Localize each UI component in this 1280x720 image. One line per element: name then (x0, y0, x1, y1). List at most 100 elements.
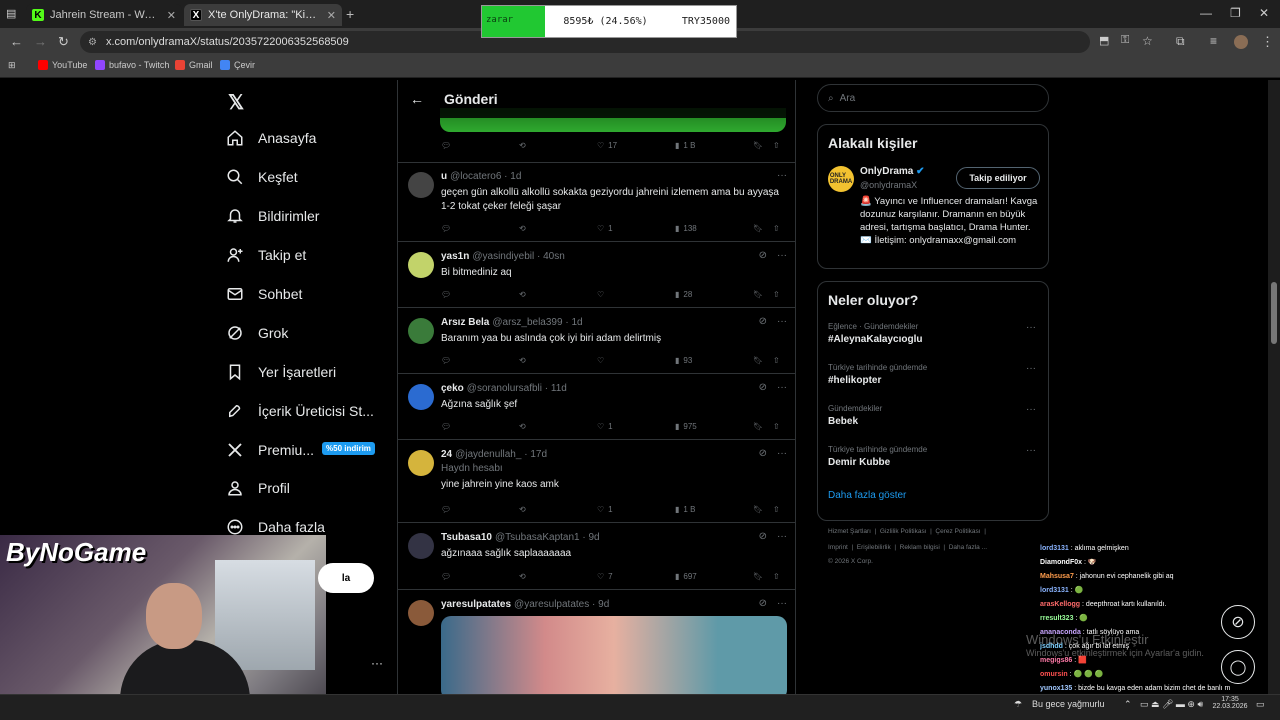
scrollbar-thumb[interactable] (1271, 282, 1277, 344)
bookmark-icon[interactable]: 🔖︎ (753, 290, 763, 299)
post-button-partial[interactable]: la (318, 563, 374, 593)
site-info-icon[interactable]: ⚙ (88, 37, 97, 48)
reply-handle[interactable]: @locatero6 (450, 171, 501, 182)
nav-home[interactable]: Anasayfa (226, 125, 316, 151)
retweet-icon[interactable]: ⟲ (519, 505, 526, 514)
grok-icon[interactable]: ⊘ (759, 531, 767, 542)
share-icon[interactable]: ⇧ (773, 572, 780, 581)
reload-icon[interactable]: ↻ (58, 34, 69, 50)
reply-icon[interactable]: 💬︎ (441, 141, 451, 150)
trend-item[interactable]: Eğlence · Gündemdekiler #AleynaKalaycıogl… (828, 322, 922, 345)
menu-icon[interactable]: ⋮ (1261, 34, 1274, 50)
tab-jahrein-stream[interactable]: K Jahrein Stream - Watch Live on ✕ (26, 4, 182, 26)
bookmark-twitch[interactable]: bufavo - Twitch (95, 60, 169, 70)
reply-avatar[interactable] (408, 172, 434, 198)
x-logo[interactable]: 𝕏 (228, 90, 244, 115)
reply-handle[interactable]: @arsz_bela399 (492, 317, 562, 328)
nav-profile[interactable]: Profil (226, 475, 290, 501)
share-icon[interactable]: ⇧ (773, 290, 780, 299)
grok-icon[interactable]: ⊘ (759, 382, 767, 393)
views-stat[interactable]: ▮ 697 (675, 572, 697, 581)
like-button[interactable]: ♡ 1 (597, 505, 613, 514)
share-icon[interactable]: ⇧ (773, 356, 780, 365)
more-icon[interactable]: ··· (777, 531, 787, 542)
reply-time[interactable]: 1d (571, 317, 582, 328)
grok-icon[interactable]: ⊘ (759, 250, 767, 261)
reply-avatar[interactable] (408, 384, 434, 410)
views-stat[interactable]: ▮ 138 (675, 224, 697, 233)
media-icon[interactable]: ≡ (1210, 34, 1217, 48)
chat-username[interactable]: Mahsusa7 (1040, 573, 1074, 580)
reply-avatar[interactable] (408, 450, 434, 476)
bookmark-gmail[interactable]: Gmail (175, 60, 213, 70)
nav-messages[interactable]: Sohbet (226, 281, 302, 307)
reply-post[interactable]: yas1n @yasindiyebil · 40sn ⊘ ··· Bi bitmedi… (398, 242, 795, 308)
tab-x-onlydrama[interactable]: X X'te OnlyDrama: "Kick'te yayınla ✕ (184, 4, 342, 26)
footer-link[interactable]: Erişilebilirlik (857, 544, 891, 551)
nav-creator-studio[interactable]: İçerik Üreticisi St... (226, 398, 374, 424)
grok-icon[interactable]: ⊘ (759, 316, 767, 327)
reply-time[interactable]: 40sn (543, 251, 565, 262)
bookmark-icon[interactable]: 🔖︎ (753, 572, 763, 581)
reply-time[interactable]: 1d (510, 171, 521, 182)
retweet-icon[interactable]: ⟲ (519, 422, 526, 431)
share-icon[interactable]: ⇧ (773, 141, 780, 150)
like-button[interactable]: ♡ 17 (597, 141, 617, 150)
more-icon[interactable]: ··· (777, 170, 787, 181)
chat-username[interactable]: megigs86 (1040, 657, 1072, 664)
show-more-link[interactable]: Daha fazla göster (828, 490, 906, 501)
chat-username[interactable]: yunox135 (1040, 685, 1072, 692)
like-button[interactable]: ♡ 1 (597, 422, 613, 431)
reply-post[interactable]: u @locatero6 · 1d ··· geçen gün alkollü al… (398, 162, 795, 242)
more-icon[interactable]: ··· (777, 382, 787, 393)
weather-icon[interactable]: ☂ (1014, 699, 1022, 710)
reply-media-image[interactable] (441, 616, 787, 694)
nav-premium[interactable]: Premiu... (226, 437, 314, 463)
bookmark-youtube[interactable]: YouTube (38, 60, 87, 70)
profile-avatar[interactable] (1234, 35, 1248, 49)
retweet-icon[interactable]: ⟲ (519, 224, 526, 233)
reply-author[interactable]: 24 (441, 449, 452, 460)
chat-username[interactable]: DiamondF0x (1040, 559, 1082, 566)
trend-item[interactable]: Türkiye tarihinde gündemde Demir Kubbe (828, 445, 927, 468)
reply-handle[interactable]: @TsubasaKaptan1 (495, 532, 580, 543)
footer-link[interactable]: Çerez Politikası (935, 528, 980, 535)
grok-icon[interactable]: ⊘ (759, 598, 767, 609)
trend-item[interactable]: Türkiye tarihinde gündemde #helikopter (828, 363, 927, 386)
back-arrow-icon[interactable]: ← (410, 91, 424, 107)
like-button[interactable]: ♡ (597, 290, 608, 299)
views-stat[interactable]: ▮ 93 (675, 356, 692, 365)
like-button[interactable]: ♡ 1 (597, 224, 613, 233)
reply-author[interactable]: yaresulpatates (441, 599, 511, 610)
share-icon[interactable]: ⇧ (773, 224, 780, 233)
reply-icon[interactable]: 💬︎ (441, 290, 451, 299)
new-tab-button[interactable]: + (346, 6, 354, 22)
footer-link[interactable]: Hizmet Şartları (828, 528, 871, 535)
onlydrama-avatar[interactable]: ONLY DRAMA (828, 166, 854, 192)
messages-fab[interactable]: ◯ (1221, 650, 1255, 684)
reply-avatar[interactable] (408, 533, 434, 559)
reply-handle[interactable]: @yasindiyebil (472, 251, 534, 262)
bookmark-icon[interactable]: 🔖︎ (753, 141, 763, 150)
reply-author[interactable]: çeko (441, 383, 464, 394)
like-button[interactable]: ♡ (597, 356, 608, 365)
reply-author[interactable]: Arsız Bela (441, 317, 489, 328)
star-icon[interactable]: ☆ (1142, 34, 1153, 48)
chat-username[interactable]: omursin (1040, 671, 1068, 678)
reply-icon[interactable]: 💬︎ (441, 422, 451, 431)
weather-text[interactable]: Bu gece yağmurlu (1032, 699, 1105, 709)
reply-post[interactable]: yaresulpatates @yaresulpatates · 9d ⊘ ··· (398, 590, 795, 694)
bookmark-translate[interactable]: Çevir (220, 60, 255, 70)
reply-post[interactable]: çeko @soranolursafbli · 11d ⊘ ··· Ağzına sa… (398, 374, 795, 440)
reply-handle[interactable]: @jaydenullah_ (455, 449, 521, 460)
close-icon[interactable]: ✕ (327, 9, 336, 22)
nav-explore[interactable]: Keşfet (226, 164, 298, 190)
following-button[interactable]: Takip ediliyor (956, 167, 1040, 189)
chat-username[interactable]: rresult323 (1040, 615, 1073, 622)
retweet-icon[interactable]: ⟲ (519, 290, 526, 299)
more-icon[interactable]: ··· (777, 448, 787, 459)
close-icon[interactable]: ✕ (167, 9, 176, 22)
nav-grok[interactable]: Grok (226, 320, 288, 346)
reply-post[interactable]: Tsubasa10 @TsubasaKaptan1 · 9d ⊘ ··· ağzına… (398, 523, 795, 590)
reply-time[interactable]: 9d (589, 532, 600, 543)
